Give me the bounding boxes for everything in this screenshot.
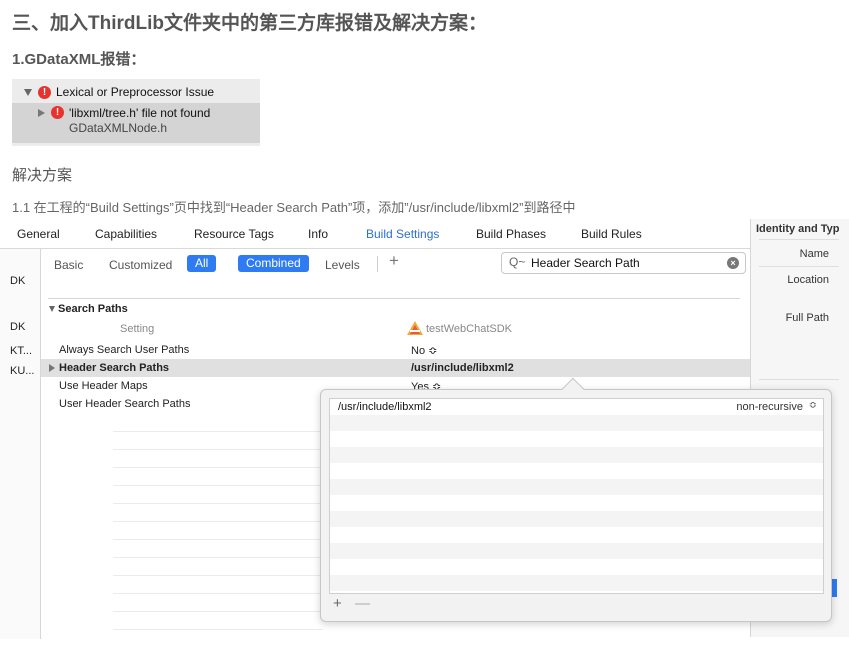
tab-build-phases[interactable]: Build Phases	[476, 227, 546, 241]
setting-name: Header Search Paths	[59, 362, 170, 374]
xcode-project-editor: General Capabilities Resource Tags Info …	[0, 219, 849, 649]
solution-step: 1.1 在工程的“Build Settings”页中找到“Header Sear…	[12, 200, 576, 215]
inspector-divider	[759, 379, 839, 380]
disclosure-down-icon[interactable]	[49, 306, 55, 312]
add-setting-button[interactable]: +	[389, 251, 399, 271]
issue-group-label: Lexical or Preprocessor Issue	[56, 85, 215, 99]
empty-row-line	[113, 503, 323, 504]
empty-row-line	[113, 431, 323, 432]
tab-info[interactable]: Info	[308, 227, 328, 241]
filter-basic[interactable]: Basic	[54, 258, 83, 272]
inspector-location-label: Location	[787, 274, 829, 286]
editor-tab-bar: General Capabilities Resource Tags Info …	[0, 219, 750, 249]
chevron-updown-icon[interactable]: ≎	[809, 400, 817, 411]
empty-path-row	[330, 543, 823, 559]
setting-value[interactable]: /usr/include/libxml2	[411, 362, 514, 374]
empty-path-row	[330, 511, 823, 527]
settings-search-input[interactable]	[531, 255, 716, 271]
inspector-divider	[759, 266, 839, 267]
tab-general[interactable]: General	[17, 227, 60, 241]
setting-name: Use Header Maps	[59, 380, 148, 392]
empty-path-row	[330, 527, 823, 543]
setting-name: Always Search User Paths	[59, 344, 190, 356]
empty-row-line	[113, 575, 323, 576]
target-list-item[interactable]: DK	[10, 275, 25, 287]
section-search-paths[interactable]: Search Paths	[49, 303, 128, 315]
filter-levels[interactable]: Levels	[325, 258, 360, 272]
sub-heading: 1.GDataXML报错：	[12, 51, 146, 68]
tab-build-rules[interactable]: Build Rules	[581, 227, 642, 241]
setting-value[interactable]: No ≎	[411, 344, 437, 357]
target-list: DK DK KT... KU...	[0, 249, 41, 639]
setting-row-selected[interactable]: Header Search Paths /usr/include/libxml2	[41, 359, 750, 377]
empty-row-line	[113, 593, 323, 594]
empty-path-row	[330, 463, 823, 479]
setting-row[interactable]: Always Search User Paths No ≎	[41, 341, 750, 359]
error-icon: !	[38, 85, 51, 99]
empty-row-line	[113, 539, 323, 540]
filter-all[interactable]: All	[187, 255, 217, 272]
search-icon: Q~	[509, 255, 526, 269]
column-setting: Setting	[120, 323, 155, 335]
empty-row-line	[113, 611, 323, 612]
inspector-divider	[759, 239, 839, 240]
section-heading: 三、加入ThirdLib文件夹中的第三方库报错及解决方案：	[12, 13, 487, 34]
clear-search-icon[interactable]: ×	[727, 257, 739, 269]
build-settings-filter-bar: Basic Customized All Combined Levels + Q…	[41, 249, 750, 277]
remove-path-button[interactable]: —	[355, 595, 370, 612]
tab-build-settings[interactable]: Build Settings	[366, 227, 439, 241]
empty-row-line	[113, 521, 323, 522]
tab-capabilities[interactable]: Capabilities	[95, 227, 157, 241]
search-path-row[interactable]: /usr/include/libxml2 non-recursive ≎	[330, 399, 823, 415]
empty-path-row	[330, 495, 823, 511]
empty-path-row	[330, 447, 823, 463]
section-title: Search Paths	[58, 303, 128, 315]
add-path-button[interactable]: +	[333, 595, 342, 612]
recursion-mode-select[interactable]: non-recursive	[736, 401, 803, 413]
filter-separator	[377, 256, 378, 272]
disclosure-down-icon[interactable]	[24, 88, 32, 96]
disclosure-right-icon[interactable]	[49, 364, 55, 372]
disclosure-right-icon[interactable]	[38, 109, 45, 117]
empty-row-line	[113, 467, 323, 468]
empty-path-row	[330, 431, 823, 447]
empty-row-line	[113, 557, 323, 558]
target-list-item[interactable]: KT...	[10, 345, 32, 357]
empty-path-row	[330, 575, 823, 591]
filter-combined[interactable]: Combined	[238, 255, 309, 272]
filter-customized[interactable]: Customized	[109, 258, 172, 272]
empty-row-line	[113, 449, 323, 450]
error-icon: !	[51, 106, 64, 119]
setting-name: User Header Search Paths	[59, 398, 191, 410]
settings-search-field[interactable]: Q~ ×	[501, 252, 746, 274]
search-paths-list: /usr/include/libxml2 non-recursive ≎	[329, 398, 824, 594]
issue-error-message: 'libxml/tree.h' file not found	[69, 106, 211, 120]
target-list-item[interactable]: KU...	[10, 365, 34, 377]
issue-error-file: GDataXMLNode.h	[69, 121, 168, 135]
empty-row-line	[113, 485, 323, 486]
empty-path-row	[330, 415, 823, 431]
empty-path-row	[330, 559, 823, 575]
issue-navigator-screenshot: ! Lexical or Preprocessor Issue ! 'libxm…	[12, 79, 260, 146]
header-search-paths-popover: /usr/include/libxml2 non-recursive ≎ + —	[320, 377, 832, 622]
inspector-full-path-label: Full Path	[785, 312, 829, 324]
solution-heading: 解决方案	[12, 167, 73, 184]
empty-row-line	[113, 629, 323, 630]
empty-path-row	[330, 479, 823, 495]
search-path-value[interactable]: /usr/include/libxml2	[338, 401, 432, 413]
issue-group-row[interactable]: ! Lexical or Preprocessor Issue	[12, 82, 260, 102]
target-list-item[interactable]: DK	[10, 321, 25, 333]
tab-resource-tags[interactable]: Resource Tags	[194, 227, 274, 241]
app-target-icon	[407, 321, 423, 335]
column-target-name: testWebChatSDK	[426, 323, 513, 335]
inspector-title: Identity and Typ	[756, 223, 840, 235]
inspector-name-label: Name	[799, 248, 829, 260]
